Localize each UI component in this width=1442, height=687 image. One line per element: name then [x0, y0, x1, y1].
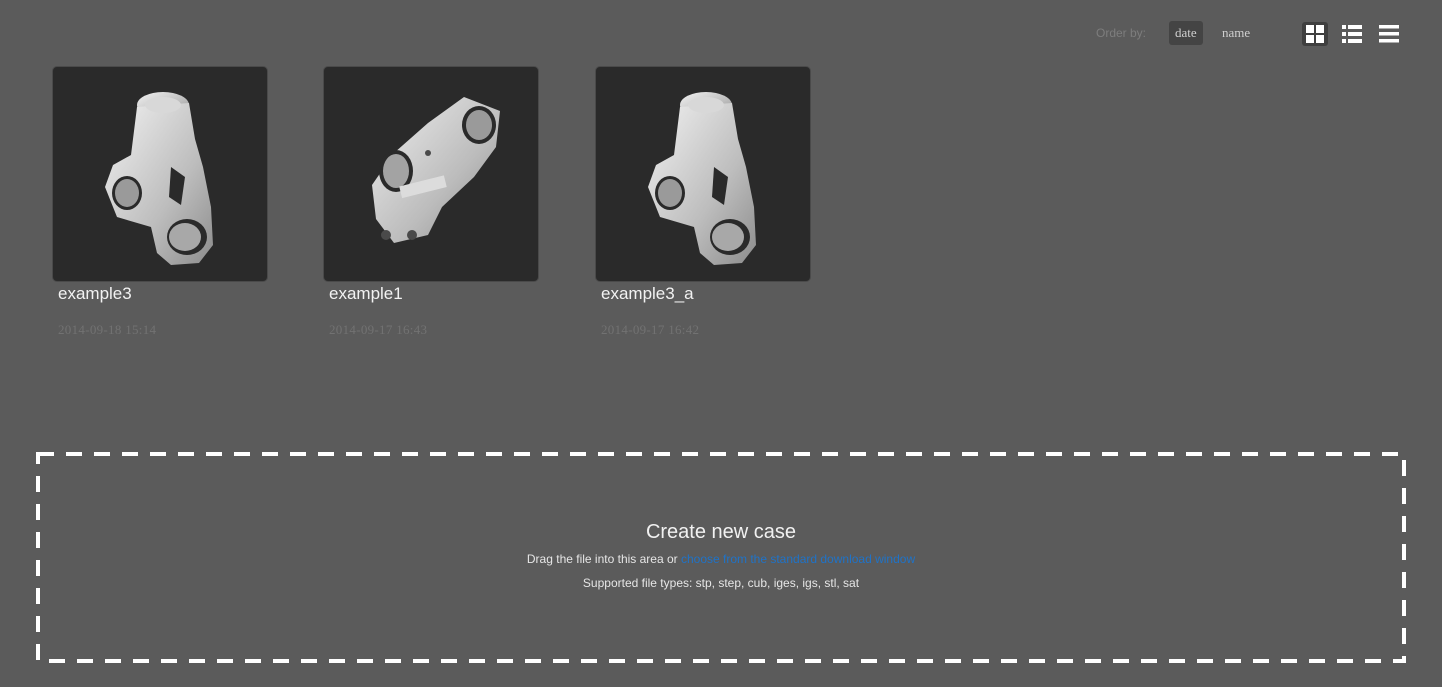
case-card[interactable]: example3 2014-09-18 15:14 — [52, 66, 268, 337]
list-view-icon — [1342, 25, 1362, 43]
case-thumbnail[interactable] — [52, 66, 268, 282]
case-thumbnail[interactable] — [323, 66, 539, 282]
grid-view-button[interactable] — [1302, 22, 1328, 46]
case-date: 2014-09-18 15:14 — [58, 322, 157, 337]
order-by-label: Order by: — [1096, 26, 1147, 40]
case-card[interactable]: example3_a 2014-09-17 16:42 — [595, 66, 811, 337]
list-view-button[interactable] — [1339, 22, 1365, 46]
case-name[interactable]: example1 — [329, 284, 403, 304]
supported-file-types: Supported file types: stp, step, cub, ig… — [582, 576, 860, 590]
rows-view-button[interactable] — [1376, 22, 1402, 46]
create-case-title: Create new case — [645, 521, 797, 543]
part-model-b-icon — [372, 97, 500, 243]
order-by-date-button[interactable]: date — [1169, 21, 1203, 45]
rows-view-icon — [1379, 25, 1399, 43]
part-model-a-icon — [105, 92, 213, 265]
file-drop-zone[interactable]: Create new case Drag the file into this … — [36, 452, 1406, 663]
order-by-name-button[interactable]: name — [1216, 21, 1256, 45]
case-card[interactable]: example1 2014-09-17 16:43 — [323, 66, 539, 337]
toolbar: Order by: date name — [1096, 21, 1416, 47]
case-thumbnail[interactable] — [595, 66, 811, 282]
case-date: 2014-09-17 16:42 — [601, 322, 700, 337]
case-date: 2014-09-17 16:43 — [329, 322, 428, 337]
part-model-a-icon — [648, 92, 756, 265]
drop-instructions-text: Drag the file into this area or — [526, 552, 681, 566]
choose-file-link[interactable]: choose from the standard download window — [681, 552, 915, 566]
case-name[interactable]: example3_a — [601, 284, 694, 304]
drop-instructions: Drag the file into this area or choose f… — [36, 552, 1406, 566]
case-name[interactable]: example3 — [58, 284, 132, 304]
grid-view-icon — [1306, 25, 1324, 43]
